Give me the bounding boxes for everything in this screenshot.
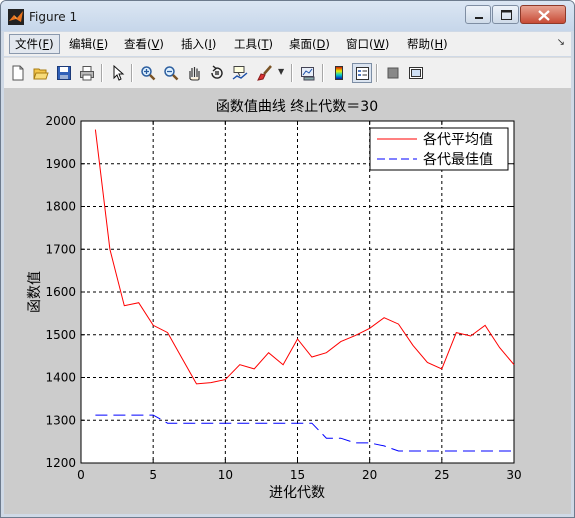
plot-svg: 0 5 10 15 20 25 30 1200 1300 1400 1500 1600 1700 1800… bbox=[27, 99, 522, 501]
minimize-button[interactable] bbox=[465, 5, 491, 24]
open-file-button[interactable] bbox=[31, 63, 51, 83]
legend-label-best: 各代最佳值 bbox=[423, 152, 493, 168]
show-plot-tools-icon bbox=[409, 67, 423, 79]
y-tick-label: 1200 bbox=[45, 456, 76, 470]
data-cursor-icon bbox=[232, 66, 248, 80]
y-tick-label: 1900 bbox=[45, 157, 76, 171]
x-tick-label: 30 bbox=[506, 468, 521, 482]
brush-icon bbox=[257, 65, 272, 81]
toolbar-separator bbox=[376, 64, 378, 82]
x-axis-label: 进化代数 bbox=[269, 485, 325, 501]
menu-help[interactable]: 帮助(H) bbox=[402, 34, 453, 54]
zoom-in-icon bbox=[141, 66, 156, 81]
legend-label-avg: 各代平均值 bbox=[423, 132, 493, 148]
brush-dropdown-arrow-icon[interactable]: ▼ bbox=[278, 67, 284, 76]
save-button[interactable] bbox=[54, 63, 74, 83]
toolbar-separator bbox=[101, 64, 103, 82]
x-tick-label: 0 bbox=[77, 468, 85, 482]
data-cursor-button[interactable] bbox=[230, 63, 250, 83]
close-icon bbox=[538, 10, 550, 21]
menu-desktop[interactable]: 桌面(D) bbox=[284, 34, 335, 54]
insert-colorbar-button[interactable] bbox=[329, 63, 349, 83]
x-tick-label: 25 bbox=[434, 468, 449, 482]
legend[interactable]: 各代平均值 各代最佳值 bbox=[369, 127, 509, 171]
chart-title: 函数值曲线 终止代数＝30 bbox=[216, 99, 378, 115]
y-tick-label: 1300 bbox=[45, 413, 76, 427]
pan-icon bbox=[189, 67, 200, 81]
link-plot-icon bbox=[301, 67, 315, 81]
x-tick-label: 20 bbox=[362, 468, 377, 482]
y-tick-label: 1400 bbox=[45, 371, 76, 385]
y-axis-label: 函数值 bbox=[27, 271, 43, 313]
menu-tools[interactable]: 工具(T) bbox=[229, 34, 278, 54]
toolbar-separator bbox=[131, 64, 133, 82]
brush-button[interactable] bbox=[255, 63, 275, 83]
pan-button[interactable] bbox=[184, 63, 204, 83]
new-figure-icon bbox=[12, 65, 24, 81]
y-tick-label: 2000 bbox=[45, 114, 76, 128]
close-button[interactable] bbox=[520, 5, 566, 24]
toolbar-separator bbox=[291, 64, 293, 82]
y-tick-label: 1800 bbox=[45, 200, 76, 214]
x-tick-label: 10 bbox=[218, 468, 233, 482]
pointer-icon bbox=[113, 65, 125, 81]
menu-overflow-arrow[interactable]: ↘ bbox=[557, 37, 565, 48]
rotate-3d-button[interactable] bbox=[207, 63, 227, 83]
hide-plot-tools-icon bbox=[387, 67, 399, 79]
y-tick-label: 1700 bbox=[45, 242, 76, 256]
minimize-icon bbox=[475, 17, 483, 19]
insert-legend-button[interactable] bbox=[352, 63, 372, 83]
window-title: Figure 1 bbox=[29, 10, 78, 24]
figure-toolbar: ▼ bbox=[4, 57, 571, 89]
zoom-out-icon bbox=[164, 66, 179, 81]
figure-window: Figure 1 文件(F) 编辑(E) 查看(V) 插入(I) 工具(T) 桌… bbox=[0, 0, 575, 518]
hide-plot-tools-button[interactable] bbox=[383, 63, 403, 83]
maximize-button[interactable] bbox=[492, 5, 519, 24]
x-tick-label: 15 bbox=[290, 468, 305, 482]
rotate-icon bbox=[211, 65, 223, 79]
menu-window[interactable]: 窗口(W) bbox=[341, 34, 394, 54]
link-plot-button[interactable] bbox=[298, 63, 318, 83]
title-bar[interactable]: Figure 1 bbox=[1, 1, 574, 31]
print-button[interactable] bbox=[77, 63, 97, 83]
toolbar-separator bbox=[322, 64, 324, 82]
legend-icon bbox=[356, 67, 369, 80]
save-icon bbox=[57, 66, 71, 80]
x-tick-label: 5 bbox=[149, 468, 157, 482]
matlab-logo-icon bbox=[8, 9, 24, 25]
zoom-in-button[interactable] bbox=[138, 63, 158, 83]
menu-edit[interactable]: 编辑(E) bbox=[64, 34, 113, 54]
menu-bar: 文件(F) 编辑(E) 查看(V) 插入(I) 工具(T) 桌面(D) 窗口(W… bbox=[4, 32, 571, 56]
figure-canvas: 0 5 10 15 20 25 30 1200 1300 1400 1500 1600 1700 1800… bbox=[4, 88, 571, 514]
print-icon bbox=[80, 66, 94, 81]
y-tick-label: 1500 bbox=[45, 328, 76, 342]
new-figure-button[interactable] bbox=[8, 63, 28, 83]
menu-file[interactable]: 文件(F) bbox=[9, 34, 60, 54]
menu-insert[interactable]: 插入(I) bbox=[176, 34, 221, 54]
open-file-icon bbox=[33, 68, 49, 80]
show-plot-tools-button[interactable] bbox=[406, 63, 426, 83]
menu-view[interactable]: 查看(V) bbox=[119, 34, 169, 54]
colorbar-icon bbox=[335, 66, 343, 80]
edit-plot-button[interactable] bbox=[108, 63, 128, 83]
zoom-out-button[interactable] bbox=[161, 63, 181, 83]
y-tick-label: 1600 bbox=[45, 285, 76, 299]
maximize-icon bbox=[501, 10, 512, 20]
